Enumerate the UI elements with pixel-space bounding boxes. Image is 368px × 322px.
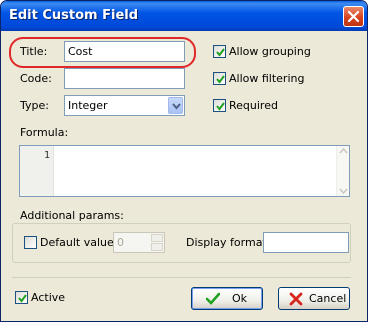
required-checkbox[interactable] — [213, 99, 226, 112]
cancel-button-label: Cancel — [309, 292, 347, 305]
title-input-value: Cost — [68, 45, 93, 58]
checkmark-icon — [216, 75, 225, 84]
check-icon — [206, 292, 220, 305]
ok-button[interactable]: Ok — [191, 287, 263, 310]
spin-up-icon — [151, 234, 163, 242]
allow-filtering-checkbox[interactable] — [213, 72, 226, 85]
code-input[interactable] — [64, 68, 185, 89]
display-format-input[interactable] — [263, 232, 349, 253]
cancel-x-icon — [289, 292, 303, 306]
formula-label: Formula: — [20, 126, 69, 139]
default-value-label: Default value: — [40, 236, 118, 249]
title-label: Title: — [20, 45, 48, 58]
required-label: Required — [229, 99, 278, 112]
cancel-button[interactable]: Cancel — [278, 287, 350, 310]
type-dropdown-button[interactable] — [168, 97, 183, 114]
line-number: 1 — [44, 150, 51, 161]
chevron-down-icon — [172, 103, 181, 110]
additional-params-label: Additional params: — [20, 209, 124, 222]
allow-grouping-checkbox[interactable] — [213, 45, 226, 58]
type-select-value: Integer — [68, 99, 108, 112]
allow-grouping-label: Allow grouping — [229, 45, 311, 58]
type-label: Type: — [20, 99, 49, 112]
default-value-text: 0 — [117, 236, 124, 249]
edit-custom-field-dialog: Edit Custom Field Title: Cost Code: Type… — [0, 0, 368, 322]
formula-editor[interactable]: 1 — [19, 145, 350, 197]
type-select[interactable]: Integer — [64, 95, 185, 116]
title-input[interactable]: Cost — [64, 41, 185, 62]
spinner-buttons[interactable] — [151, 234, 163, 251]
close-icon — [347, 10, 360, 23]
close-button[interactable] — [343, 6, 364, 27]
checkmark-icon — [216, 48, 225, 57]
dialog-body: Title: Cost Code: Type: Integer Allow gr… — [4, 31, 364, 319]
allow-filtering-label: Allow filtering — [229, 72, 305, 85]
scroll-arrows-icon — [339, 147, 348, 195]
active-checkbox[interactable] — [15, 291, 28, 304]
display-format-label: Display format: — [186, 236, 271, 249]
ok-button-label: Ok — [232, 292, 248, 305]
formula-scrollbar[interactable] — [336, 146, 349, 196]
title-bar[interactable]: Edit Custom Field — [1, 1, 367, 31]
checkmark-icon — [18, 294, 27, 303]
checkmark-icon — [216, 102, 225, 111]
line-number-gutter: 1 — [20, 146, 54, 196]
code-label: Code: — [20, 72, 52, 85]
active-label: Active — [31, 291, 66, 304]
window-title: Edit Custom Field — [9, 8, 139, 23]
spin-down-icon — [151, 243, 163, 251]
default-value-checkbox[interactable] — [24, 236, 37, 249]
separator — [12, 277, 351, 278]
default-value-spinner[interactable]: 0 — [113, 232, 165, 253]
